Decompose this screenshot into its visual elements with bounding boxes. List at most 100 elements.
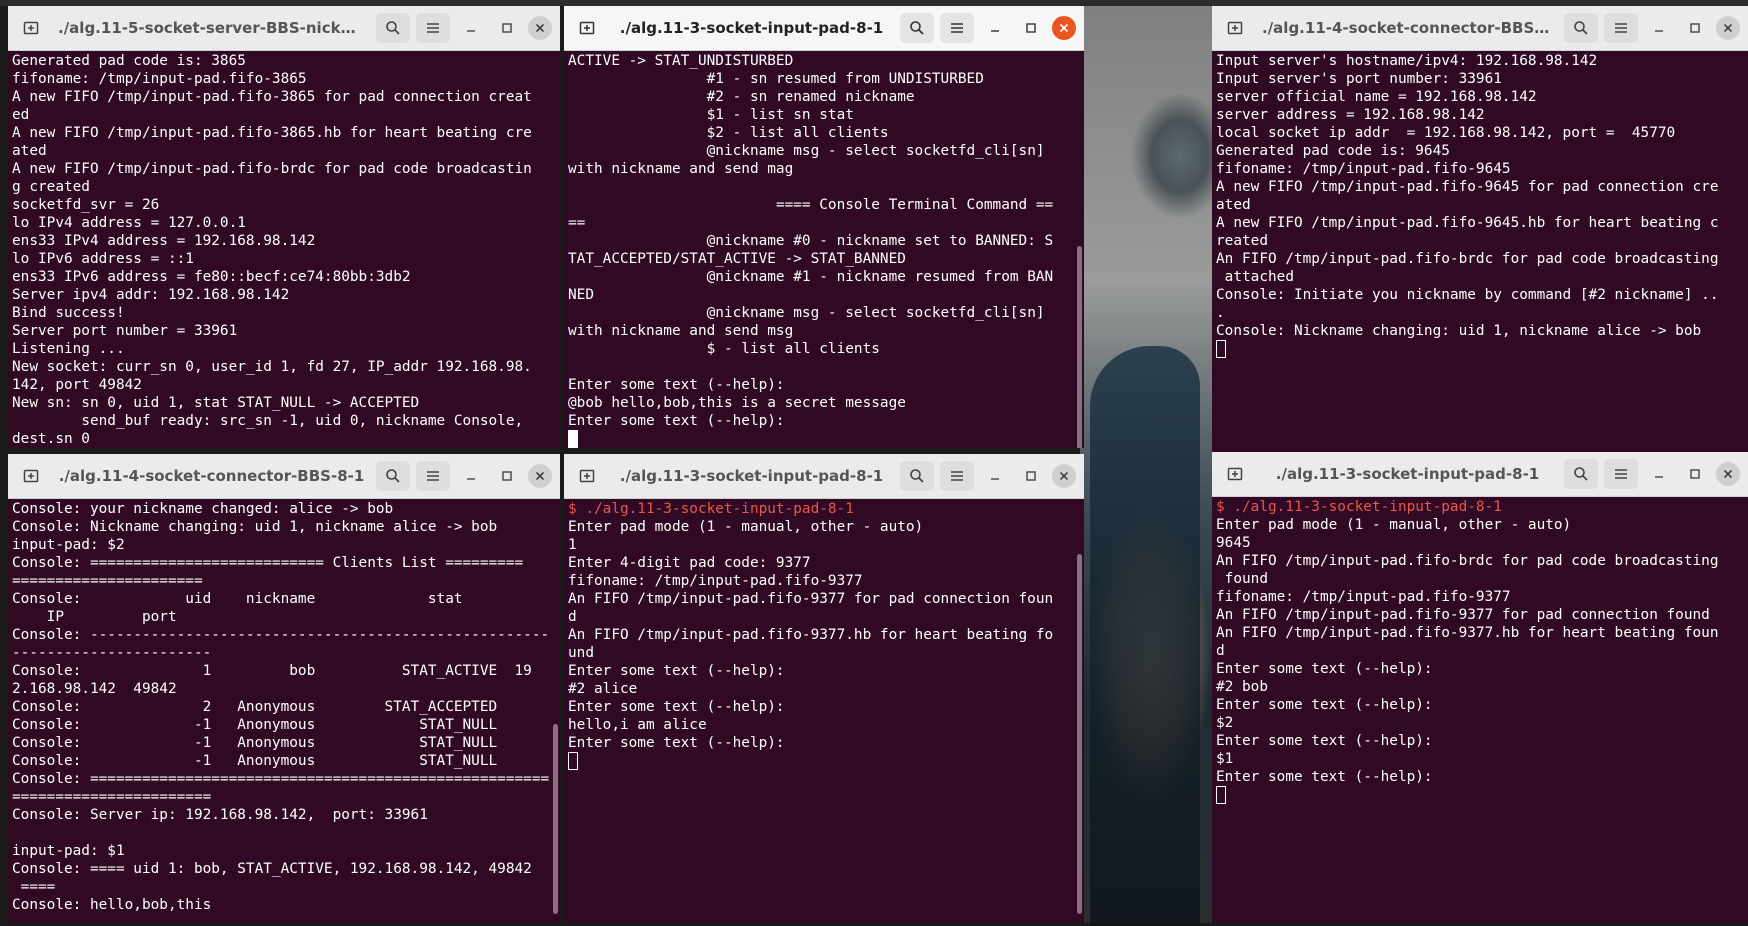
terminal-line: fifoname: /tmp/input-pad.fifo-9377 [568,572,1076,590]
titlebar[interactable]: ./alg.11-3-socket-input-pad-8-1 [564,454,1084,499]
titlebar[interactable]: ./alg.11-4-socket-connector-BBS-... [1212,6,1748,51]
close-icon[interactable] [1716,16,1740,40]
terminal-output[interactable]: Generated pad code is: 3865 fifoname: /tm… [12,52,552,448]
scrollbar[interactable] [553,724,558,914]
terminal-line: server address = 192.168.98.142 [1216,106,1740,124]
minimize-icon[interactable] [456,13,486,43]
shell-prompt-line: $ ./alg.11-3-socket-input-pad-8-1 [1216,498,1740,516]
titlebar[interactable]: ./alg.11-5-socket-server-BBS-nickn... [8,6,560,51]
terminal-line-text: @bob hello,bob,this is a secret message [568,395,906,411]
new-tab-icon[interactable] [574,463,600,489]
terminal-line-text: socketfd_svr = 26 [12,197,160,213]
close-icon[interactable] [1052,16,1076,40]
terminal-output[interactable]: Console: your nickname changed: alice ->… [12,500,552,923]
terminal-line: ====================== [12,572,552,590]
minimize-icon[interactable] [1644,13,1674,43]
terminal-line-text: A new FIFO /tmp/input-pad.fifo-3865 for … [12,89,532,105]
terminal-line-text: ated [1216,197,1251,213]
hamburger-menu-icon[interactable] [940,13,974,43]
close-icon[interactable] [1052,464,1076,488]
terminal-line: . [1216,304,1740,322]
new-tab-icon[interactable] [1222,15,1248,41]
terminal-line-text: Console: 2 Anonymous STAT_ACCEPTED [12,699,498,715]
terminal-line: ======================= [12,788,552,806]
terminal-window-input-pad-alice[interactable]: ./alg.11-3-socket-input-pad-8-1 $ ./alg.… [564,454,1084,923]
terminal-output[interactable]: Input server's hostname/ipv4: 192.168.98… [1216,52,1740,456]
terminal-line: @bob hello,bob,this is a secret message [568,394,1076,412]
terminal-output[interactable]: $ ./alg.11-3-socket-input-pad-8-1 Enter p… [1216,498,1740,923]
terminal-window-input-pad-bob[interactable]: ./alg.11-3-socket-input-pad-8-1 $ ./alg.… [1212,452,1748,923]
hamburger-menu-icon[interactable] [1604,13,1638,43]
terminal-line: New socket: curr_sn 0, user_id 1, fd 27,… [12,358,552,376]
terminal-line-text: Console: -------------------------------… [12,627,550,643]
terminal-line-text: $ - list all clients [568,341,880,357]
terminal-line: Input server's port number: 33961 [1216,70,1740,88]
window-title: ./alg.11-3-socket-input-pad-8-1 [1275,465,1540,483]
minimize-icon[interactable] [456,461,486,491]
new-tab-icon[interactable] [574,15,600,41]
minimize-icon[interactable] [1644,459,1674,489]
search-icon[interactable] [900,461,934,491]
terminal-line-text: Enter pad mode (1 - manual, other - auto… [1216,517,1572,533]
titlebar[interactable]: ./alg.11-4-socket-connector-BBS-8-1 [8,454,560,499]
minimize-icon[interactable] [980,461,1010,491]
search-icon[interactable] [376,13,410,43]
titlebar[interactable]: ./alg.11-3-socket-input-pad-8-1 [564,6,1084,51]
hamburger-menu-icon[interactable] [416,13,450,43]
new-tab-icon[interactable] [18,463,44,489]
terminal-line: fifoname: /tmp/input-pad.fifo-9645 [1216,160,1740,178]
terminal-line: ----------------------- [12,644,552,662]
terminal-line: An FIFO /tmp/input-pad.fifo-brdc for pad… [1216,552,1740,570]
new-tab-icon[interactable] [1222,461,1248,487]
terminal-output[interactable]: $ ./alg.11-3-socket-input-pad-8-1 Enter p… [568,500,1076,923]
terminal-window-connector-bottom[interactable]: ./alg.11-4-socket-connector-BBS-8-1 Cons… [8,454,560,923]
terminal-line-text: TAT_ACCEPTED/STAT_ACTIVE -> STAT_BANNED [568,251,906,267]
titlebar[interactable]: ./alg.11-3-socket-input-pad-8-1 [1212,452,1748,497]
maximize-icon[interactable] [1680,459,1710,489]
search-icon[interactable] [1564,13,1598,43]
terminal-line-text: $1 [1216,751,1234,767]
maximize-icon[interactable] [492,13,522,43]
hamburger-menu-icon[interactable] [1604,459,1638,489]
terminal-output[interactable]: ACTIVE -> STAT_UNDISTURBED #1 - sn resum… [568,52,1076,448]
close-icon[interactable] [528,16,552,40]
hamburger-menu-icon[interactable] [416,461,450,491]
scrollbar[interactable] [1077,554,1082,914]
terminal-line-text: Console: hello,bob,this [12,897,212,913]
terminal-line-text: Console: -1 Anonymous STAT_NULL [12,753,498,769]
terminal-line: Generated pad code is: 3865 [12,52,552,70]
terminal-line: ACTIVE -> STAT_UNDISTURBED [568,52,1076,70]
terminal-line-text: Console: ===============================… [12,771,550,787]
maximize-icon[interactable] [492,461,522,491]
terminal-line [1216,786,1740,806]
terminal-window-connector-top[interactable]: ./alg.11-4-socket-connector-BBS-... Inpu… [1212,6,1748,456]
maximize-icon[interactable] [1016,13,1046,43]
terminal-line-text: ated [12,143,47,159]
wallpaper-figure [1090,346,1200,926]
close-icon[interactable] [1716,462,1740,486]
search-icon[interactable] [900,13,934,43]
search-icon[interactable] [1564,459,1598,489]
terminal-line-text: found [1216,571,1268,587]
terminal-line-text: #1 - sn resumed from UNDISTURBED [568,71,984,87]
minimize-icon[interactable] [980,13,1010,43]
terminal-line-text: $2 [1216,715,1234,731]
maximize-icon[interactable] [1016,461,1046,491]
terminal-window-server[interactable]: ./alg.11-5-socket-server-BBS-nickn... Ge… [8,6,560,448]
terminal-line: socketfd_svr = 26 [12,196,552,214]
window-title: ./alg.11-4-socket-connector-BBS-... [1262,19,1553,37]
terminal-line: Console: -------------------------------… [12,626,552,644]
terminal-line-text: Server ipv4 addr: 192.168.98.142 [12,287,290,303]
terminal-line: Console: -1 Anonymous STAT_NULL [12,734,552,752]
maximize-icon[interactable] [1680,13,1710,43]
scrollbar[interactable] [1077,246,1082,448]
new-tab-icon[interactable] [18,15,44,41]
hamburger-menu-icon[interactable] [940,461,974,491]
terminal-line: Enter some text (--help): [568,662,1076,680]
terminal-line-text: with nickname and send msg [568,323,794,339]
close-icon[interactable] [528,464,552,488]
terminal-window-console-pad[interactable]: ./alg.11-3-socket-input-pad-8-1 ACTIVE -… [564,6,1084,448]
search-icon[interactable] [376,461,410,491]
terminal-line: Console: uid nickname stat [12,590,552,608]
terminal-line-text: Generated pad code is: 3865 [12,53,246,69]
